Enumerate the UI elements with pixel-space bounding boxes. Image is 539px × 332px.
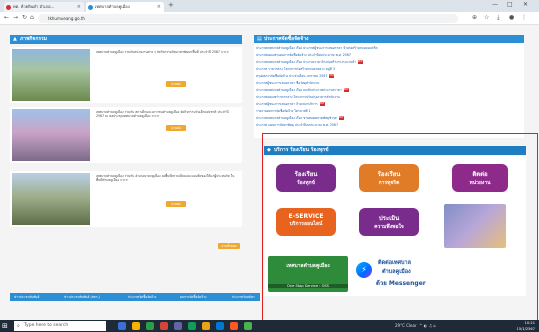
tab-label: ทต. ห้วยหินดำ อำเภอ... [13, 4, 55, 9]
news-item: เทศบาลตำบลคูเมือง ร่วมกับ อำเภอนายกคูเมื… [10, 171, 242, 227]
browser-tab-2[interactable]: เทศบาลตำบลคูเมือง × [86, 2, 164, 12]
document-link[interactable]: ประกาศเทศบาลตำบลคูเมือง เรื่อง ยกเลิกประ… [256, 88, 516, 92]
teams-icon[interactable] [174, 322, 182, 330]
minimize-button[interactable]: — [492, 1, 498, 8]
pdf-icon[interactable]: PDF [343, 88, 349, 92]
pdf-icon[interactable]: PDF [329, 74, 335, 78]
close-tab-icon[interactable]: × [157, 2, 161, 12]
pdf-icon[interactable]: PDF [319, 102, 325, 106]
news-text: เทศบาลตำบลคูเมือง ร่วมกับ สภาเด็กและเยาว… [96, 110, 229, 119]
taskbar: ⊞ ⌕ Type here to search 29°C Clear ^ ◐ ♫… [0, 320, 539, 332]
url-text: tkhumueang.go.th [48, 16, 85, 21]
home-icon[interactable]: ⌂ [30, 14, 34, 21]
clock[interactable]: 10:21 15/1/2567 [517, 320, 535, 332]
read-more-button[interactable]: อ่านต่อ [166, 201, 186, 207]
highlight-box [262, 133, 538, 321]
chrome-icon[interactable] [160, 322, 168, 330]
document-link[interactable]: ประกาศผู้ชนะการเสนอราคา จ้างเหมาบริการ PD… [256, 102, 516, 106]
file-explorer-icon[interactable] [132, 322, 140, 330]
document-link[interactable]: ประกาศเผยแพร่แผนการจัดซื้อจัดจ้าง ประจำป… [256, 53, 516, 57]
system-tray[interactable]: 29°C Clear ^ ◐ ♫ ⌂ [395, 322, 436, 330]
tab-procurement[interactable]: ประกาศจัดซื้อจัดจ้าง [128, 293, 156, 301]
read-all-button[interactable]: อ่านทั้งหมด [218, 243, 240, 249]
tab-recruitment[interactable]: ประกาศรับสมัคร [232, 293, 255, 301]
tray-icons: ^ ◐ ♫ ⌂ [417, 323, 436, 328]
news-item: เทศบาลตำบลคูเมือง ร่วมกับ สภาเด็กและเยาว… [10, 107, 242, 163]
profile-icon[interactable]: ● [509, 14, 514, 21]
tab-procurement-results[interactable]: ผลการจัดซื้อจัดจ้าง [180, 293, 206, 301]
browser-tab-1[interactable]: ทต. ห้วยหินดำ อำเภอ... × [4, 2, 84, 12]
activities-title: ภาพกิจกรรม [20, 36, 48, 42]
address-bar-row: ← → ↻ ⌂ tkhumueang.go.th ⊕ ☆ ⤓ ● ⋮ [0, 12, 539, 25]
app-icon[interactable] [188, 322, 196, 330]
clock-date: 15/1/2567 [516, 327, 535, 331]
news-tabs: ข่าวประชาสัมพันธ์ ข่าวประชาสัมพันธ์ (สขร… [10, 293, 260, 301]
reload-icon[interactable]: ↻ [22, 14, 27, 21]
edge-icon[interactable] [216, 322, 224, 330]
document-link[interactable]: ประกาศเทศบาลตำบลคูเมือง เรื่อง ประกาศผู้… [256, 46, 516, 50]
weather-text: 29°C Clear [395, 323, 417, 328]
home-icon: ▲ [13, 36, 17, 42]
app-icon[interactable] [230, 322, 238, 330]
tab-news[interactable]: ข่าวประชาสัมพันธ์ [14, 293, 39, 301]
document-link[interactable]: รายงานผลการจัดซื้อจัดจ้าง ไตรมาสที่ 1 [256, 109, 516, 113]
document-link[interactable]: ประกาศ ราคากลาง โครงการก่อสร้างถนนลาดยาง… [256, 67, 516, 71]
read-more-button[interactable]: อ่านต่อ [166, 125, 186, 131]
forward-arrow-icon[interactable]: → [13, 14, 18, 21]
pdf-icon[interactable]: PDF [357, 60, 363, 64]
search-icon: ⌕ [17, 323, 20, 329]
close-tab-icon[interactable]: × [77, 2, 81, 12]
news-photo[interactable] [12, 49, 90, 101]
news-item: เทศบาลตำบลคูเมือง ร่วมกับหน่วยงานต่าง ๆ … [10, 47, 242, 103]
favicon-icon [88, 4, 93, 10]
close-window-button[interactable]: ✕ [523, 1, 528, 8]
maximize-button[interactable]: □ [507, 1, 513, 8]
document-link[interactable]: ประกาศเทศบาลตำบลคูเมือง เรื่อง ประกวดราค… [256, 60, 516, 64]
favicon-icon [6, 4, 11, 10]
zoom-icon[interactable]: ⊕ [472, 14, 477, 21]
taskbar-search-input[interactable]: ⌕ Type here to search [14, 321, 106, 331]
download-icon[interactable]: ⤓ [497, 14, 500, 22]
browser-tab-bar: ทต. ห้วยหินดำ อำเภอ... × เทศบาลตำบลคูเมื… [0, 0, 539, 12]
search-placeholder: Type here to search [24, 323, 69, 328]
document-link[interactable]: สรุปผลการจัดซื้อจัดจ้าง ประจำเดือน มกราค… [256, 74, 516, 78]
news-photo[interactable] [12, 173, 90, 225]
bookmark-star-icon[interactable]: ☆ [484, 14, 489, 21]
tab-label: เทศบาลตำบลคูเมือง [95, 4, 130, 9]
task-view-icon[interactable] [118, 322, 126, 330]
url-input[interactable]: tkhumueang.go.th [38, 14, 458, 23]
document-link[interactable]: ประกาศ แผนการจัดหาพัสดุ ประจำปีงบประมาณ … [256, 123, 516, 127]
news-text: เทศบาลตำบลคูเมือง ร่วมกับ อำเภอนายกคูเมื… [96, 174, 235, 183]
news-photo[interactable] [12, 109, 90, 161]
document-link[interactable]: ประกาศเทศบาลตำบลคูเมือง เรื่อง ขายทอดตลา… [256, 116, 516, 120]
line-app-icon[interactable] [244, 322, 252, 330]
new-tab-button[interactable]: + [168, 1, 174, 9]
menu-dots-icon[interactable]: ⋮ [521, 14, 527, 21]
windows-start-icon[interactable]: ⊞ [2, 322, 8, 330]
tab-news-official[interactable]: ข่าวประชาสัมพันธ์ (สขร.) [64, 293, 100, 301]
documents-list: ประกาศเทศบาลตำบลคูเมือง เรื่อง ประกาศผู้… [254, 43, 524, 138]
pdf-icon[interactable]: PDF [338, 116, 344, 120]
activities-header: ▲ ภาพกิจกรรม [10, 35, 242, 44]
documents-title: ประกาศจัดซื้อจัดจ้าง [264, 36, 309, 42]
app-icon[interactable] [202, 322, 210, 330]
app-icon[interactable] [146, 322, 154, 330]
document-link[interactable]: ประกาศเผยแพร่ราคากลาง โครงการปรับปรุงอาค… [256, 95, 516, 99]
read-more-button[interactable]: อ่านต่อ [166, 81, 186, 87]
document-link[interactable]: ประกาศผู้ชนะการเสนอราคา ซื้อวัสดุสำนักงา… [256, 81, 516, 85]
news-text: เทศบาลตำบลคูเมือง ร่วมกับหน่วยงานต่าง ๆ … [96, 50, 229, 54]
back-arrow-icon[interactable]: ← [4, 14, 9, 21]
